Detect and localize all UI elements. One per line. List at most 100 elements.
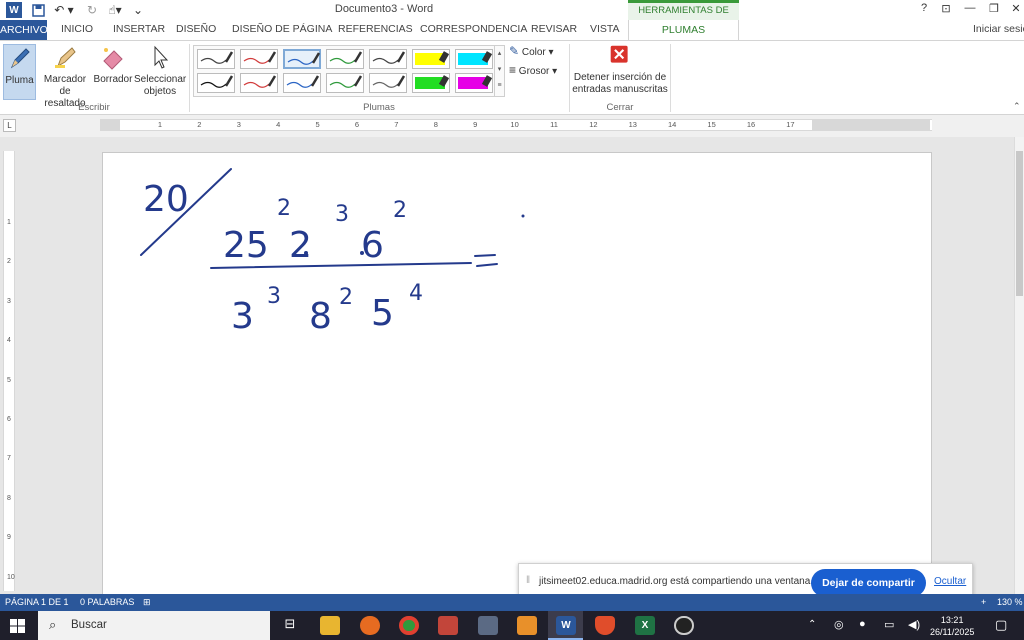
notifications-icon[interactable]: ▢ [995, 617, 1007, 633]
select-objects-button[interactable]: Seleccionar objetos [134, 44, 186, 98]
tab-insertar[interactable]: INSERTAR [113, 23, 165, 35]
taskbar-clock[interactable]: 13:21 26/11/2025 [930, 614, 974, 638]
pen-style-swatch[interactable] [283, 49, 321, 69]
pen-style-swatch[interactable] [455, 73, 493, 93]
eraser-button[interactable]: Borrador [93, 44, 133, 86]
scrollbar-thumb[interactable] [1016, 151, 1023, 296]
ink-canvas: 20 25 2 2 3 6 2 3 3 8 2 5 4 [140, 168, 525, 337]
tab-selector-icon[interactable]: L [3, 119, 16, 132]
vertical-ruler-number: 6 [7, 416, 11, 423]
stop-inking-label-2: entradas manuscritas [572, 84, 668, 95]
ink-dot [521, 214, 525, 218]
horizontal-ruler[interactable]: 1234567891011121314151617181920 [100, 119, 932, 131]
drag-handle-icon[interactable]: ‖ [526, 575, 530, 586]
pen-style-swatch[interactable] [369, 73, 407, 93]
word-count[interactable]: 0 PALABRAS [80, 597, 134, 607]
restore-button[interactable]: ❐ [984, 2, 1004, 18]
highlighter-icon [55, 47, 76, 68]
paint-icon[interactable] [438, 616, 458, 635]
vertical-ruler-number: 2 [7, 258, 11, 266]
group-label-plumas: Plumas [363, 102, 395, 113]
brave-icon[interactable] [595, 616, 615, 635]
excel-icon[interactable]: X [635, 616, 655, 635]
network-icon[interactable]: ▭ [884, 618, 894, 631]
firefox-icon[interactable] [360, 616, 380, 635]
vertical-ruler-number: 8 [7, 494, 11, 502]
thickness-icon: ≡ [509, 63, 517, 77]
help-button[interactable]: ? [914, 2, 934, 18]
highlighter-button[interactable]: Marcador de resaltado [38, 44, 92, 110]
volume-icon[interactable]: ◀) [908, 618, 920, 631]
pen-style-swatch[interactable] [326, 49, 364, 69]
cursor-arrow-icon [154, 45, 169, 69]
ink-den-exp-3: 3 [267, 284, 281, 309]
tab-diseno-pagina[interactable]: DISEÑO DE PÁGINA [232, 23, 332, 35]
windows-start-icon[interactable] [10, 619, 25, 633]
ink-base-6: 6 [361, 225, 384, 266]
file-explorer-icon[interactable] [320, 616, 340, 635]
vertical-scrollbar[interactable] [1014, 137, 1024, 594]
page-count[interactable]: PÁGINA 1 DE 1 [5, 597, 69, 607]
pen-style-swatch[interactable] [197, 73, 235, 93]
close-button[interactable]: ✕ [1006, 2, 1024, 18]
proofing-icon[interactable]: ⊞ [143, 597, 151, 608]
pen-tool-button[interactable]: Pluma [3, 44, 36, 100]
tab-vista[interactable]: VISTA [590, 23, 620, 35]
microphone-icon[interactable]: ● [859, 618, 866, 630]
pen-style-swatch[interactable] [283, 73, 321, 93]
ink-base-25: 25 [223, 225, 269, 266]
pen-style-swatch[interactable] [412, 73, 450, 93]
pen-style-swatch[interactable] [240, 49, 278, 69]
calculator-icon[interactable] [478, 616, 498, 635]
sign-in-link[interactable]: Iniciar sesió [973, 23, 1024, 35]
pen-thickness-button[interactable]: ≡ Grosor ▾ [509, 64, 564, 78]
group-separator [670, 44, 671, 112]
pen-style-swatch[interactable] [326, 73, 364, 93]
zoom-in-icon[interactable]: + [981, 597, 986, 607]
ink-exp-2: 2 [277, 196, 291, 221]
tab-inicio[interactable]: INICIO [61, 23, 93, 35]
ink-dot [360, 251, 364, 255]
eraser-label: Borrador [93, 74, 133, 85]
pen-style-swatch[interactable] [240, 73, 278, 93]
obs-icon[interactable] [674, 616, 694, 635]
tab-revisar[interactable]: REVISAR [531, 23, 577, 35]
select-label-2: objetos [143, 86, 177, 97]
ink-den-3: 3 [231, 296, 254, 337]
minimize-button[interactable]: — [960, 2, 980, 18]
ink-score: 20 [143, 179, 189, 220]
geogebra-icon[interactable] [517, 616, 537, 635]
stop-inking-button[interactable]: Detener inserción de entradas manuscrita… [572, 44, 668, 96]
taskbar-search-box[interactable]: ⌕ Buscar [38, 611, 270, 640]
meet-now-icon[interactable]: ◎ [834, 618, 844, 631]
vertical-ruler-number: 9 [7, 534, 11, 542]
collapse-ribbon-icon[interactable]: ⌃ [1013, 101, 1021, 112]
task-view-icon[interactable]: ⊟ [280, 616, 300, 635]
vertical-ruler-number: 7 [7, 455, 11, 463]
clock-date: 26/11/2025 [930, 627, 975, 637]
thickness-label: Grosor [518, 66, 550, 77]
document-page[interactable]: 20 25 2 2 3 6 2 3 3 8 2 5 4 [102, 152, 932, 602]
tab-plumas[interactable]: PLUMAS [628, 20, 739, 40]
pen-color-button[interactable]: ✎ Color ▾ [509, 45, 561, 59]
chrome-icon[interactable] [399, 616, 419, 635]
word-taskbar-button[interactable]: W [548, 611, 583, 640]
hide-notification-link[interactable]: Ocultar [934, 576, 966, 587]
ribbon-tabs: ARCHIVO INICIO INSERTAR DISEÑO DISEÑO DE… [0, 20, 1024, 40]
zoom-level[interactable]: 130 % [997, 597, 1023, 607]
ruler-number: 10 [510, 120, 519, 129]
tab-referencias[interactable]: REFERENCIAS [338, 23, 413, 35]
ruler-number: 6 [354, 120, 360, 129]
tab-archivo[interactable]: ARCHIVO [0, 20, 48, 40]
pen-style-swatch[interactable] [197, 49, 235, 69]
ruler-number: 3 [236, 120, 241, 129]
pen-style-swatch[interactable] [455, 49, 493, 69]
tab-diseno[interactable]: DISEÑO [176, 23, 216, 35]
pen-style-swatch[interactable] [412, 49, 450, 69]
pen-style-swatch[interactable] [369, 49, 407, 69]
ribbon-display-options-icon[interactable]: ⊡ [936, 2, 956, 18]
ink-den-exp-2: 2 [339, 285, 353, 310]
show-hidden-icons[interactable]: ⌃ [808, 619, 816, 630]
tab-correspondencia[interactable]: CORRESPONDENCIA [420, 23, 527, 35]
stop-sharing-button[interactable]: Dejar de compartir [811, 569, 926, 597]
